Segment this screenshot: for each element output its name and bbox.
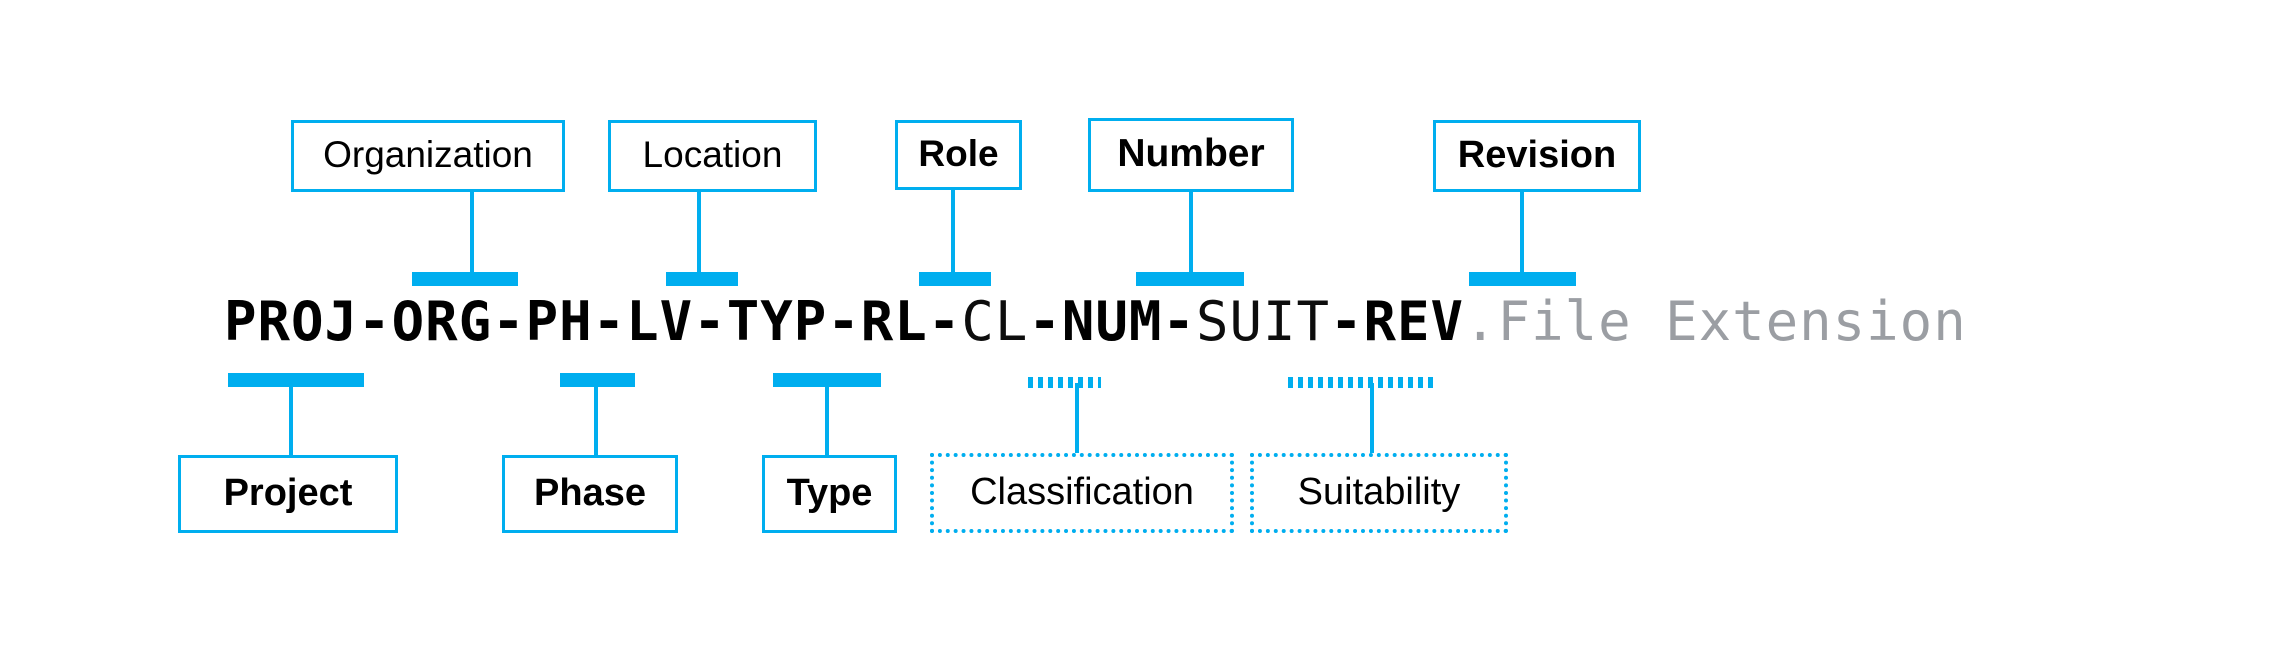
label-text-organization: Organization: [323, 134, 533, 175]
label-box-role[interactable]: Role: [895, 120, 1022, 190]
marker-bar-number: [1136, 272, 1244, 286]
label-box-organization[interactable]: Organization: [291, 120, 565, 192]
connector-location: [697, 192, 701, 274]
code-token-rev: REV: [1363, 290, 1465, 353]
label-box-revision[interactable]: Revision: [1433, 120, 1641, 192]
filename-code-string: PROJ - ORG - PH - LV - TYP - RL - CL - N…: [224, 292, 1967, 352]
label-box-number[interactable]: Number: [1088, 118, 1294, 192]
marker-bar-location: [666, 272, 738, 286]
label-text-suitability: Suitability: [1297, 470, 1461, 513]
label-box-project[interactable]: Project: [178, 455, 398, 533]
code-separator: -: [492, 290, 526, 353]
connector-suitability: [1370, 383, 1374, 457]
label-box-suitability[interactable]: Suitability: [1250, 453, 1508, 533]
label-text-role: Role: [918, 133, 999, 174]
label-text-number: Number: [1117, 132, 1265, 175]
naming-convention-diagram: Organization Location Role Number Revisi…: [0, 0, 2282, 669]
code-separator: -: [927, 290, 962, 353]
marker-bar-classification: [1028, 377, 1101, 388]
label-box-classification[interactable]: Classification: [930, 453, 1234, 533]
label-box-location[interactable]: Location: [608, 120, 817, 192]
code-separator: -: [1162, 290, 1196, 353]
code-separator: -: [1329, 290, 1364, 353]
code-token-org: ORG: [391, 290, 493, 353]
label-text-project: Project: [223, 471, 353, 514]
label-text-type: Type: [786, 471, 873, 514]
code-token-proj: PROJ: [224, 290, 359, 353]
code-token-ph: PH: [525, 290, 593, 353]
marker-bar-revision: [1469, 272, 1576, 286]
label-text-revision: Revision: [1457, 133, 1617, 176]
code-token-lv: LV: [626, 290, 694, 353]
marker-bar-suitability: [1288, 377, 1433, 388]
code-separator: -: [693, 290, 727, 353]
code-token-suit: SUIT: [1195, 290, 1330, 353]
connector-revision: [1520, 192, 1524, 274]
code-token-rl: RL: [860, 290, 928, 353]
connector-organization: [470, 192, 474, 274]
connector-role: [951, 190, 955, 274]
marker-bar-project: [228, 373, 364, 387]
label-text-phase: Phase: [534, 471, 646, 514]
code-separator: -: [358, 290, 392, 353]
connector-type: [825, 385, 829, 457]
label-box-phase[interactable]: Phase: [502, 455, 678, 533]
code-separator: -: [592, 290, 627, 353]
label-box-type[interactable]: Type: [762, 455, 897, 533]
marker-bar-organization: [412, 272, 518, 286]
label-text-classification: Classification: [970, 470, 1194, 513]
code-token-cl: CL: [961, 290, 1029, 353]
code-separator: -: [827, 290, 861, 353]
label-text-location: Location: [642, 134, 783, 175]
code-separator: -: [1028, 290, 1062, 353]
connector-classification: [1075, 383, 1079, 457]
connector-project: [289, 385, 293, 457]
connector-phase: [594, 385, 598, 457]
code-token-file-extension: .File Extension: [1464, 290, 1967, 353]
code-token-typ: TYP: [726, 290, 828, 353]
code-token-num: NUM: [1061, 290, 1163, 353]
connector-number: [1189, 192, 1193, 274]
marker-bar-role: [919, 272, 991, 286]
